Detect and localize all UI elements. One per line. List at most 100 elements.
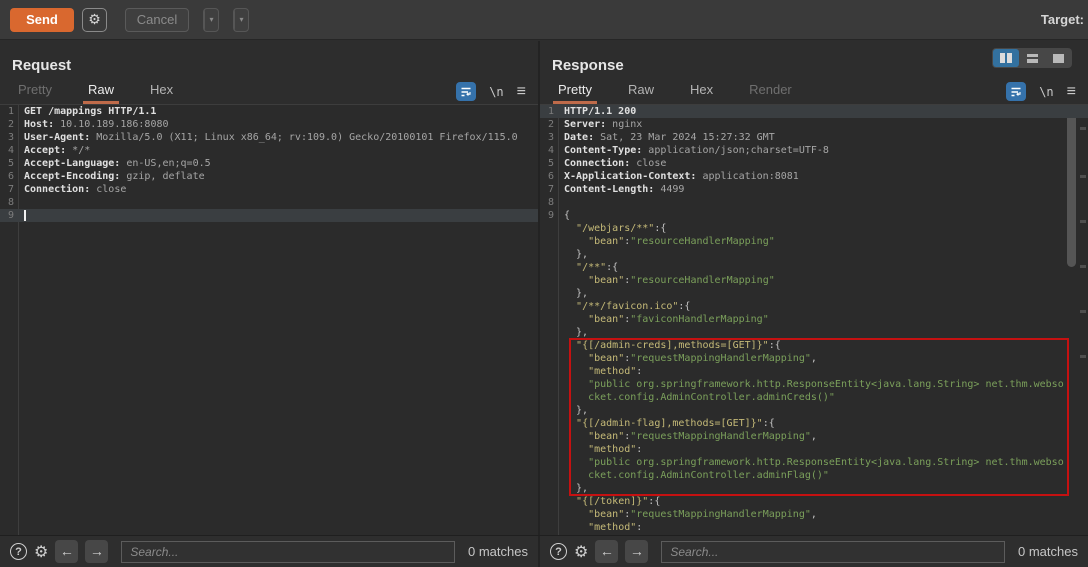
line-number: 5 [0,157,14,170]
line-number: 4 [0,144,14,157]
tab-pretty[interactable]: Pretty [553,82,597,104]
code-line: "method": [540,443,1088,456]
code-line: "/**":{ [540,261,1088,274]
line-number: 5 [540,157,554,170]
cancel-button[interactable]: Cancel [125,8,189,32]
response-panel: Response Pretty Raw Hex Render \n ≡ 1HTTP/1… [540,41,1088,535]
request-search-input[interactable] [121,541,455,563]
code-line: }, [540,248,1088,261]
line-number: 9 [540,209,554,222]
code-line: "method": [540,521,1088,534]
wrap-toggle-icon[interactable] [456,82,476,101]
tab-raw[interactable]: Raw [623,82,659,104]
wrap-toggle-icon[interactable] [1006,82,1026,101]
line-number: 1 [0,105,14,118]
request-panel-title: Request [12,57,71,74]
tab-hex[interactable]: Hex [685,82,718,104]
code-line: 9{ [540,209,1088,222]
prev-request-split-button: < ▾ [203,8,219,32]
code-line: 1HTTP/1.1 200 [540,105,1088,118]
tab-render[interactable]: Render [744,82,797,104]
code-line: "public org.springframework.http.Respons… [540,378,1088,391]
code-line: 7Content-Length: 4499 [540,183,1088,196]
target-label: Target: [1041,12,1084,27]
layout-rows-button[interactable] [1019,49,1045,67]
search-prev-button[interactable]: ← [55,540,78,563]
response-match-count: 0 matches [1018,544,1078,559]
search-next-button[interactable]: → [85,540,108,563]
code-line: }, [540,326,1088,339]
tab-hex[interactable]: Hex [145,82,178,104]
line-number: 3 [0,131,14,144]
code-line: 3User-Agent: Mozilla/5.0 (X11; Linux x86… [0,131,538,144]
code-line: "{[/admin-flag],methods=[GET]}":{ [540,417,1088,430]
code-line: 7Connection: close [0,183,538,196]
line-number: 4 [540,144,554,157]
code-line: 9 [0,209,538,222]
code-line: "{[/admin-creds],methods=[GET]}":{ [540,339,1088,352]
search-next-button[interactable]: → [625,540,648,563]
request-editor[interactable]: 1GET /mappings HTTP/1.12Host: 10.10.189.… [0,105,538,535]
line-number: 7 [540,183,554,196]
code-line: 1GET /mappings HTTP/1.1 [0,105,538,118]
request-search-bar: ? ⚙ ← → 0 matches [0,536,540,567]
code-line: "bean":"requestMappingHandlerMapping", [540,430,1088,443]
tab-pretty[interactable]: Pretty [13,82,57,104]
response-search-bar: ? ⚙ ← → 0 matches [540,536,1088,567]
request-match-count: 0 matches [468,544,528,559]
code-line: "{[/token]}":{ [540,495,1088,508]
editor-menu-icon[interactable]: ≡ [1067,84,1076,100]
code-line: 6X-Application-Context: application:8081 [540,170,1088,183]
text-cursor [24,210,26,221]
line-number: 6 [540,170,554,183]
line-number: 8 [0,196,14,209]
code-line: "bean":"requestMappingHandlerMapping", [540,508,1088,521]
search-help-icon[interactable]: ? [10,543,27,560]
code-line: "bean":"faviconHandlerMapping" [540,313,1088,326]
code-line: 8 [540,196,1088,209]
code-line: "public org.springframework.http.Respons… [540,456,1088,469]
show-newlines-icon[interactable]: \n [1039,85,1053,99]
request-editor-icons: \n ≡ [456,82,526,101]
top-toolbar: Send ⚙ Cancel < ▾ > ▾ Target: [0,0,1088,40]
search-prev-button[interactable]: ← [595,540,618,563]
editor-menu-icon[interactable]: ≡ [517,84,526,100]
show-newlines-icon[interactable]: \n [489,85,503,99]
code-line: "bean":"resourceHandlerMapping" [540,274,1088,287]
search-settings-icon[interactable]: ⚙ [574,542,588,562]
code-line: "method": [540,365,1088,378]
response-panel-title: Response [552,57,624,74]
search-settings-icon[interactable]: ⚙ [34,542,48,562]
line-number: 7 [0,183,14,196]
code-line: }, [540,404,1088,417]
code-line: }, [540,482,1088,495]
search-help-icon[interactable]: ? [550,543,567,560]
line-number: 1 [540,105,554,118]
code-line: 8 [0,196,538,209]
prev-request-dropdown-icon[interactable]: ▾ [204,9,218,31]
code-line: 3Date: Sat, 23 Mar 2024 15:27:32 GMT [540,131,1088,144]
line-number: 3 [540,131,554,144]
status-bar: ? ⚙ ← → 0 matches ? ⚙ ← → 0 matches [0,535,1088,567]
line-number: 6 [0,170,14,183]
layout-single-button[interactable] [1045,49,1071,67]
layout-selector [992,48,1072,68]
code-line: "bean":"resourceHandlerMapping" [540,235,1088,248]
code-line: cket.config.AdminController.adminCreds()… [540,391,1088,404]
code-line: "/webjars/**":{ [540,222,1088,235]
send-settings-gear-icon[interactable]: ⚙ [82,8,107,32]
code-line: 2Host: 10.10.189.186:8080 [0,118,538,131]
main-split: Request Pretty Raw Hex \n ≡ 1GET /mappings… [0,41,1088,535]
code-line: 4Accept: */* [0,144,538,157]
line-number: 2 [540,118,554,131]
send-button[interactable]: Send [10,8,74,32]
response-editor[interactable]: 1HTTP/1.1 2002Server: nginx3Date: Sat, 2… [540,105,1088,535]
line-number: 8 [540,196,554,209]
line-number: 9 [0,209,14,222]
next-request-dropdown-icon[interactable]: ▾ [234,9,248,31]
layout-columns-button[interactable] [993,49,1019,67]
tab-raw[interactable]: Raw [83,82,119,104]
code-line: 5Accept-Language: en-US,en;q=0.5 [0,157,538,170]
response-search-input[interactable] [661,541,1005,563]
code-line: 5Connection: close [540,157,1088,170]
